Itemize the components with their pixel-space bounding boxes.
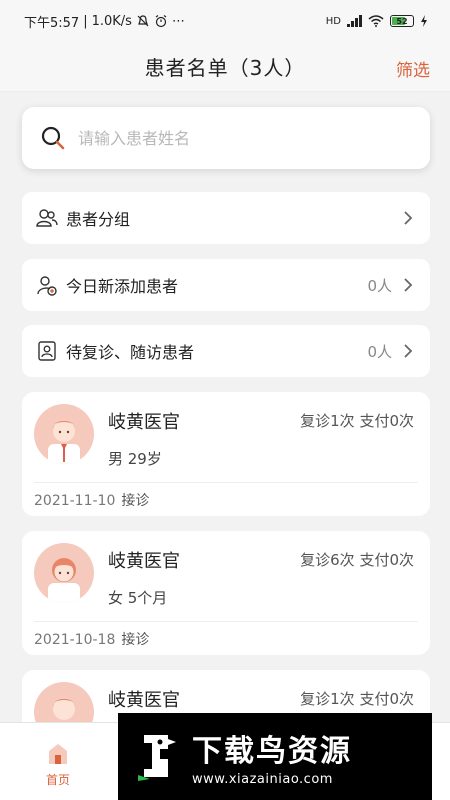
patient-date-row: 2021-11-10 接诊 [34, 490, 149, 510]
patient-gender-age: 女 5个月 [108, 589, 168, 607]
hd-label: HD [325, 15, 341, 27]
chevron-right-icon [404, 211, 413, 225]
visit-action: 接诊 [121, 493, 150, 509]
status-separator: | [83, 13, 88, 29]
home-icon [49, 744, 67, 764]
status-speed: 1.0K/s [91, 13, 132, 29]
search-input[interactable] [78, 128, 378, 148]
menu-new-patients-today[interactable]: 今日新添加患者 0人 [22, 259, 430, 311]
menu-count: 0人 [367, 342, 392, 361]
menu-label: 待复诊、随访患者 [66, 343, 195, 362]
female-avatar-icon [34, 543, 94, 603]
patient-stats: 复诊1次 支付0次 [300, 690, 414, 708]
watermark-text: 下载鸟资源 www.xiazainiao.com [192, 726, 352, 787]
patient-date-row: 2021-10-18 接诊 [34, 629, 149, 649]
menu-patient-groups[interactable]: 患者分组 [22, 192, 430, 244]
menu-followup-patients[interactable]: 待复诊、随访患者 0人 [22, 325, 430, 377]
patient-stats: 复诊6次 支付0次 [300, 551, 414, 569]
watermark-url: www.xiazainiao.com [192, 772, 333, 787]
alarm-icon [155, 15, 167, 28]
add-patient-icon [36, 274, 58, 296]
visit-date: 2021-11-10 [34, 493, 116, 509]
filter-button[interactable]: 筛选 [396, 56, 430, 81]
page-title: 患者名单（3人） [144, 56, 306, 80]
visit-action: 接诊 [121, 632, 150, 648]
group-icon [36, 207, 58, 229]
patient-card[interactable]: 岐黄医官 复诊1次 支付0次 男 29岁 2021-11-10 接诊 [22, 392, 430, 516]
chevron-right-icon [404, 344, 413, 358]
patient-card[interactable]: 岐黄医官 复诊6次 支付0次 女 5个月 2021-10-18 接诊 [22, 531, 430, 655]
status-right: HD 52 [326, 15, 428, 27]
mute-icon [137, 15, 149, 27]
patient-gender-age: 男 29岁 [108, 450, 162, 468]
charging-icon [421, 15, 427, 27]
patient-card-icon [36, 340, 58, 362]
menu-label: 患者分组 [66, 210, 131, 229]
search-icon [41, 126, 65, 150]
header: 患者名单（3人） 筛选 [0, 42, 450, 92]
visit-date: 2021-10-18 [34, 632, 116, 648]
male-avatar-icon [34, 404, 94, 464]
status-bar: 下午5:57 | 1.0K/s ⋯ HD 52 [0, 0, 450, 42]
patient-name: 岐黄医官 [108, 412, 180, 433]
patient-name: 岐黄医官 [108, 551, 180, 572]
nav-home-label: 首页 [45, 773, 70, 787]
battery-level: 52 [396, 16, 408, 26]
signal-icon [347, 15, 362, 27]
menu-label: 今日新添加患者 [66, 277, 179, 296]
patient-stats: 复诊1次 支付0次 [300, 412, 414, 430]
nav-home[interactable]: 首页 [38, 743, 78, 788]
bird-logo-icon [130, 731, 182, 783]
watermark-title: 下载鸟资源 [192, 734, 352, 769]
divider [34, 482, 418, 483]
menu-count: 0人 [367, 276, 392, 295]
more-status-icon: ⋯ [171, 13, 185, 29]
chevron-right-icon [404, 278, 413, 292]
status-time: 下午5:57 [24, 15, 80, 31]
status-left: 下午5:57 | 1.0K/s ⋯ [24, 12, 185, 31]
patient-name: 岐黄医官 [108, 690, 180, 711]
watermark: 下载鸟资源 www.xiazainiao.com [118, 713, 432, 800]
battery-icon: 52 [390, 15, 414, 27]
divider [34, 621, 418, 622]
search-bar[interactable] [22, 107, 430, 169]
wifi-icon [368, 15, 384, 27]
